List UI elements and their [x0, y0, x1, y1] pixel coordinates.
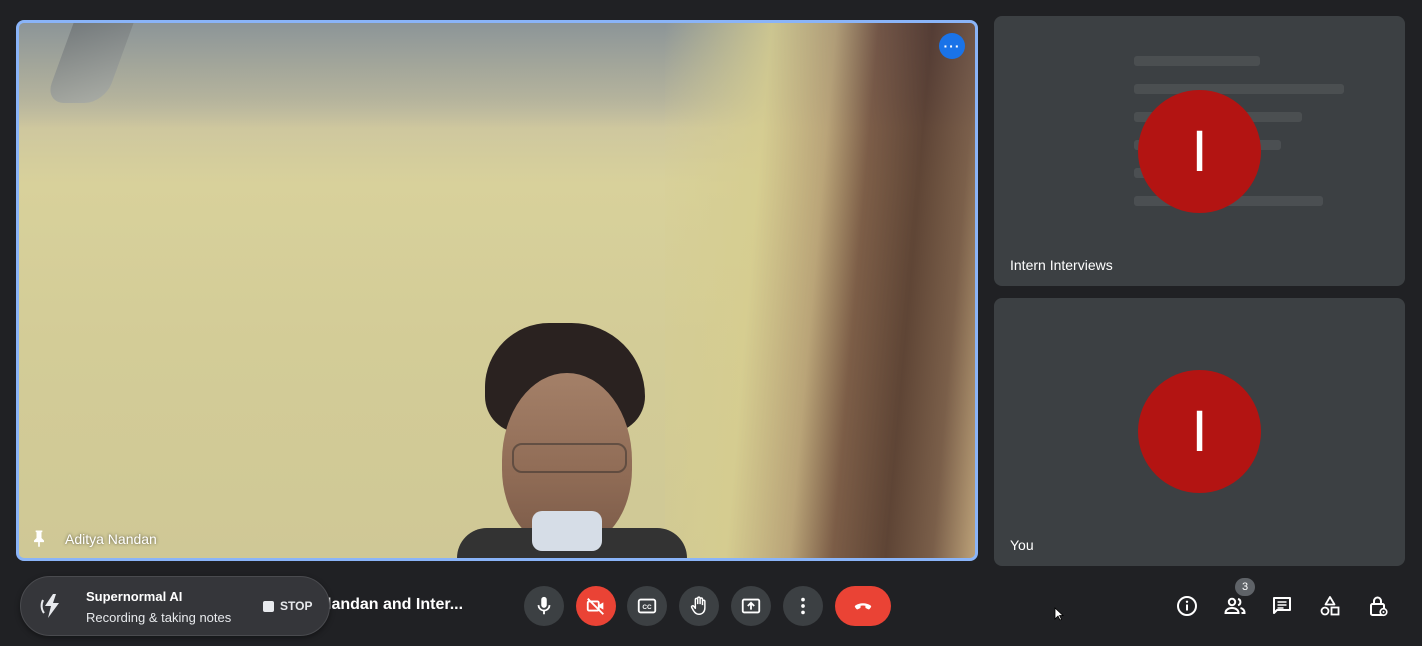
leave-call-icon: [854, 603, 872, 610]
chat-icon: [1273, 597, 1291, 614]
more-options-icon: [801, 597, 805, 615]
more-options-button[interactable]: [783, 586, 823, 626]
supernormal-logo-icon: [40, 594, 59, 618]
participant-name: Intern Interviews: [1010, 257, 1113, 273]
camera-toggle-button[interactable]: [576, 586, 616, 626]
activities-button[interactable]: [1316, 592, 1344, 620]
mic-icon: [537, 596, 551, 615]
raise-hand-button[interactable]: [679, 586, 719, 626]
present-screen-button[interactable]: [731, 586, 771, 626]
avatar: I: [1138, 370, 1261, 493]
mic-button[interactable]: [524, 586, 564, 626]
recorder-title: Supernormal AI: [86, 589, 183, 604]
people-button[interactable]: [1221, 592, 1249, 620]
chat-button[interactable]: [1268, 592, 1296, 620]
stop-label: STOP: [280, 599, 313, 613]
meeting-stage: ··· Aditya Nandan I Intern Interviews I …: [0, 0, 1422, 646]
captions-icon: CC: [637, 598, 657, 614]
video-person: [437, 323, 697, 558]
leave-call-button[interactable]: [835, 586, 891, 626]
raise-hand-icon: [690, 596, 706, 615]
video-door: [665, 23, 975, 558]
tile-more-options-icon[interactable]: ···: [939, 33, 965, 59]
host-controls-icon: [1370, 596, 1388, 617]
recorder-widget[interactable]: Supernormal AI Recording & taking notes …: [20, 576, 330, 636]
host-controls-button[interactable]: [1364, 592, 1392, 620]
camera-off-icon: [586, 598, 604, 615]
meeting-details-button[interactable]: [1173, 592, 1201, 620]
recorder-status: Recording & taking notes: [86, 610, 232, 625]
participant-count-badge: 3: [1235, 578, 1255, 596]
present-screen-icon: [741, 598, 761, 614]
main-participant-name: Aditya Nandan: [65, 531, 157, 547]
stop-icon: [263, 600, 274, 612]
svg-text:CC: CC: [642, 604, 652, 611]
participant-tile-intern-interviews[interactable]: I Intern Interviews: [994, 16, 1405, 286]
main-video-tile[interactable]: ··· Aditya Nandan: [16, 20, 978, 561]
captions-button[interactable]: CC: [627, 586, 667, 626]
meeting-title: landan and Inter...: [327, 596, 464, 613]
info-icon: [1177, 596, 1197, 616]
avatar: I: [1138, 90, 1261, 213]
pin-icon[interactable]: [29, 528, 49, 548]
participant-name: You: [1010, 537, 1034, 553]
mouse-cursor-icon: [1054, 607, 1064, 621]
participant-tile-you[interactable]: I You: [994, 298, 1405, 566]
stop-recording-button[interactable]: STOP: [263, 599, 312, 613]
activities-icon: [1320, 596, 1340, 616]
people-icon: [1224, 597, 1246, 614]
